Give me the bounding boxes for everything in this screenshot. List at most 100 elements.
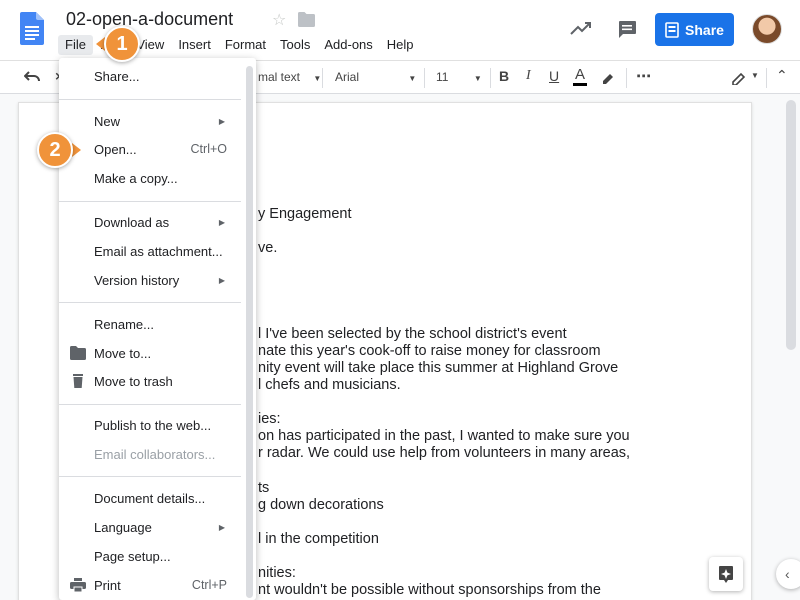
menu-item-label: Share... (94, 68, 140, 84)
menu-add-ons[interactable]: Add-ons (317, 35, 379, 55)
menu-item-label: Download as (94, 214, 170, 230)
document-line: ve. (258, 240, 278, 256)
explore-sparkle-icon (719, 566, 733, 583)
toolbar-divider (490, 68, 491, 88)
toolbar-divider (626, 68, 627, 88)
document-line: nity event will take place this summer a… (258, 360, 619, 376)
menu-item-label: Version history (94, 272, 180, 288)
menu-help[interactable]: Help (380, 35, 421, 55)
menu-item-print[interactable]: Print Ctrl+P (59, 572, 241, 598)
paragraph-style-dropdown[interactable]: Normal text ▼ (258, 70, 321, 84)
shortcut-label: Ctrl+P (191, 578, 227, 592)
menu-insert[interactable]: Insert (171, 35, 218, 55)
star-icon[interactable]: ☆ (272, 10, 286, 30)
menu-item-open[interactable]: Open... Ctrl+O (59, 136, 241, 162)
menu-item-document-details[interactable]: Document details... (59, 485, 241, 511)
menu-separator (59, 201, 241, 202)
menu-file[interactable]: File (58, 35, 93, 55)
text-color-icon[interactable]: A (573, 66, 588, 86)
menu-item-publish-to-web[interactable]: Publish to the web... (59, 412, 241, 438)
submenu-arrow-icon: ▶ (218, 522, 225, 532)
document-line: on has participated in the past, I wante… (258, 428, 630, 444)
toolbar-divider (322, 68, 323, 88)
menu-separator (59, 302, 241, 303)
menu-item-label: Email as attachment... (94, 243, 223, 259)
menu-tools[interactable]: Tools (273, 35, 317, 55)
menu-item-make-a-copy[interactable]: Make a copy... (59, 165, 241, 191)
docs-logo-icon[interactable] (20, 12, 44, 45)
shortcut-label: Ctrl+O (190, 142, 227, 156)
font-dropdown[interactable]: Arial ▼ (335, 70, 416, 84)
side-panel-toggle[interactable]: ‹ (776, 559, 800, 589)
menu-item-new[interactable]: New ▶ (59, 108, 241, 134)
submenu-arrow-icon: ▶ (218, 217, 225, 227)
menu-item-label: Publish to the web... (94, 417, 212, 433)
menu-item-label: Document details... (94, 490, 206, 506)
document-line: nities: (258, 565, 296, 581)
document-line: nate this year's cook-off to raise money… (258, 343, 601, 359)
menu-separator (59, 476, 241, 477)
share-people-icon (665, 21, 679, 38)
folder-icon[interactable] (298, 12, 315, 27)
user-avatar[interactable] (752, 14, 782, 44)
menu-item-label: New (94, 113, 121, 129)
explore-button[interactable] (709, 557, 743, 591)
menu-item-label: Email collaborators... (94, 446, 216, 462)
menu-format[interactable]: Format (218, 35, 273, 55)
menu-item-share[interactable]: Share... (59, 63, 241, 89)
document-line: l in the competition (258, 531, 379, 547)
document-title[interactable]: 02-open-a-document (66, 9, 233, 30)
menu-separator (59, 404, 241, 405)
menu-item-label: Page setup... (94, 548, 171, 564)
italic-icon[interactable]: I (526, 68, 531, 84)
font-label: Arial (335, 70, 360, 84)
share-button-label: Share (685, 21, 724, 38)
share-button[interactable]: Share (655, 13, 734, 46)
document-scrollbar[interactable] (786, 100, 796, 350)
submenu-arrow-icon: ▶ (218, 116, 225, 126)
chevron-down-icon: ▼ (313, 74, 322, 83)
font-size-dropdown[interactable]: 11 ▼ (436, 70, 482, 84)
menu-item-label: Print (94, 577, 121, 593)
activity-trend-icon[interactable] (570, 20, 592, 36)
step-1-callout: 1 (104, 26, 140, 62)
font-size-label: 11 (436, 70, 449, 84)
chevron-down-icon[interactable]: ▼ (751, 71, 759, 80)
menu-item-label: Rename... (94, 316, 154, 332)
menu-item-email-as-attachment[interactable]: Email as attachment... (59, 238, 241, 264)
menu-scrollbar[interactable] (246, 66, 253, 598)
document-line: l chefs and musicians. (258, 377, 401, 393)
submenu-arrow-icon: ▶ (218, 275, 225, 285)
editing-mode-pencil-icon[interactable] (731, 70, 747, 85)
menu-item-version-history[interactable]: Version history ▶ (59, 267, 241, 293)
folder-icon (70, 346, 86, 360)
comment-icon[interactable] (616, 18, 638, 40)
menu-item-language[interactable]: Language ▶ (59, 514, 241, 540)
step-2-callout: 2 (37, 132, 73, 168)
menu-item-page-setup[interactable]: Page setup... (59, 543, 241, 569)
menu-item-move-to[interactable]: Move to... (59, 340, 241, 366)
menu-item-move-to-trash[interactable]: Move to trash (59, 368, 241, 394)
file-menu-dropdown: Share... New ▶ Open... Ctrl+O Make a cop… (59, 58, 256, 600)
toolbar-divider (766, 68, 767, 88)
chevron-down-icon: ▼ (408, 74, 417, 83)
more-options-icon[interactable]: ⋯ (636, 67, 651, 85)
chevron-left-icon: ‹ (785, 566, 790, 582)
highlight-pen-icon[interactable] (600, 70, 615, 85)
menu-item-label: Move to trash (94, 373, 173, 389)
undo-icon[interactable] (24, 71, 40, 83)
menu-item-rename[interactable]: Rename... (59, 311, 241, 337)
document-line: nt wouldn't be possible without sponsors… (258, 582, 601, 598)
toolbar-divider (424, 68, 425, 88)
menu-item-download-as[interactable]: Download as ▶ (59, 209, 241, 235)
menu-item-label: Open... (94, 141, 137, 157)
chevron-down-icon: ▼ (473, 74, 482, 83)
underline-icon[interactable]: U (549, 68, 559, 84)
menu-item-label: Move to... (94, 345, 152, 361)
chevron-up-icon[interactable]: ⌃ (776, 67, 788, 84)
menu-item-label: Make a copy... (94, 170, 178, 186)
callout-pointer (72, 143, 81, 157)
print-icon (70, 578, 86, 592)
document-line: r radar. We could use help from voluntee… (258, 445, 631, 461)
bold-icon[interactable]: B (499, 68, 509, 84)
